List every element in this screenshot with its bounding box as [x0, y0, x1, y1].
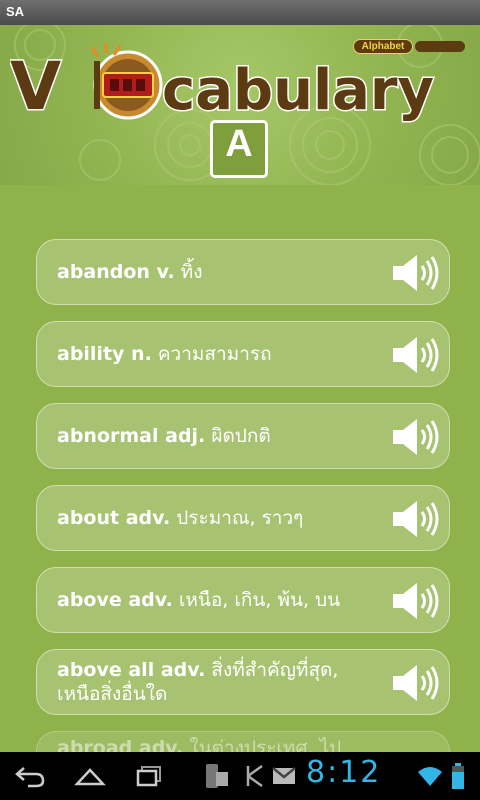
back-icon[interactable]	[14, 762, 46, 790]
title-first-letter: V	[10, 48, 61, 125]
list-item[interactable]: abandon v. ทิ้ง	[36, 239, 450, 305]
system-nav-bar: 8:12	[0, 752, 480, 800]
speaker-icon[interactable]	[391, 417, 441, 457]
entry-word: abandon v.	[57, 261, 175, 283]
entry-word: ability n.	[57, 343, 152, 365]
notification-app-icon	[206, 764, 228, 788]
entry-meaning: สิ่งที่สำคัญที่สุด,	[211, 659, 339, 681]
app-header: V cabulary Alphabet A	[0, 25, 480, 185]
list-item[interactable]: above adv. เหนือ, เกิน, พ้น, บน	[36, 567, 450, 633]
status-label: SA	[6, 4, 25, 19]
title-rest: cabulary	[162, 58, 434, 123]
speaker-icon[interactable]	[391, 581, 441, 621]
clock: 8:12	[306, 755, 382, 790]
usb-debug-icon	[246, 764, 263, 788]
entry-word: abroad adv.	[57, 737, 184, 752]
status-bar: SA	[0, 0, 480, 25]
recent-apps-icon[interactable]	[134, 762, 166, 790]
film-reel-icon	[90, 43, 163, 120]
entry-word: above all adv.	[57, 659, 206, 681]
entry-meaning: ความสามารถ	[157, 343, 272, 365]
wifi-icon	[418, 767, 442, 786]
speaker-icon[interactable]	[391, 335, 441, 375]
gmail-icon	[272, 767, 296, 784]
vocabulary-list[interactable]: abandon v. ทิ้ง ability n. ความสามารถ ab…	[0, 185, 480, 752]
entry-word: about adv.	[57, 507, 171, 529]
alphabet-label: Alphabet	[361, 41, 405, 52]
list-item[interactable]: about adv. ประมาณ, ราวๆ	[36, 485, 450, 551]
current-letter: A	[225, 123, 253, 165]
entry-meaning: เหนือ, เกิน, พ้น, บน	[178, 589, 341, 611]
entry-meaning: ทิ้ง	[180, 261, 203, 283]
badge-bar	[415, 41, 465, 52]
list-item[interactable]: ability n. ความสามารถ	[36, 321, 450, 387]
app-title: V cabulary	[10, 43, 436, 127]
list-item[interactable]: above all adv. สิ่งที่สำคัญที่สุด, เหนือ…	[36, 649, 450, 715]
entry-word: above adv.	[57, 589, 173, 611]
entry-word: abnormal adj.	[57, 425, 206, 447]
speaker-icon[interactable]	[391, 499, 441, 539]
entry-meaning: ประมาณ, ราวๆ	[176, 507, 304, 529]
entry-meaning-line2: เหนือสิ่งอื่นใด	[57, 683, 168, 705]
speaker-icon[interactable]	[391, 253, 441, 293]
letter-button[interactable]: A	[210, 120, 268, 178]
alphabet-pill: Alphabet	[353, 39, 413, 54]
list-item[interactable]: abnormal adj. ผิดปกติ	[36, 403, 450, 469]
home-icon[interactable]	[74, 762, 106, 790]
speaker-icon[interactable]	[391, 663, 441, 703]
entry-meaning: ผิดปกติ	[211, 425, 271, 447]
battery-icon	[452, 763, 464, 789]
list-item[interactable]: abroad adv. ในต่างประเทศ, ไปต่าง	[36, 731, 450, 752]
alphabet-badge: Alphabet	[353, 39, 465, 54]
